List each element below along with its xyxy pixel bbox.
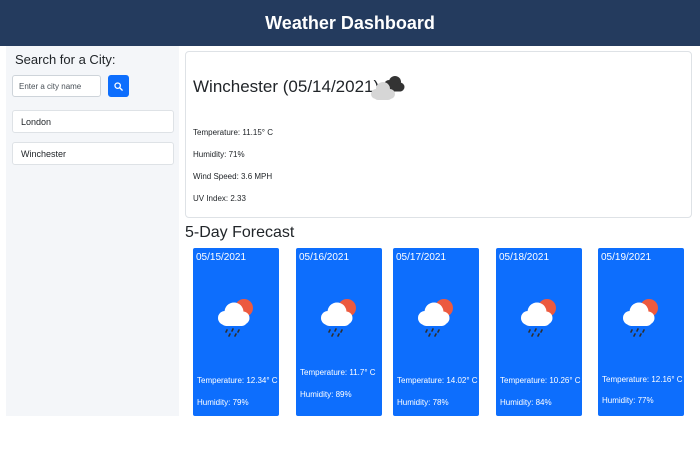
search-history-list: London Winchester (12, 110, 174, 174)
city-search-input[interactable] (12, 75, 101, 97)
history-item-winchester[interactable]: Winchester (12, 142, 174, 165)
current-weather-card: Winchester (05/14/2021) Temperature: 11.… (185, 51, 692, 218)
forecast-date: 05/15/2021 (196, 252, 247, 263)
current-wind-speed: Wind Speed: 3.6 MPH (193, 172, 273, 181)
rain-sun-icon (218, 299, 253, 337)
forecast-temperature: Temperature: 11.7° C (300, 368, 376, 377)
rain-sun-icon (623, 299, 658, 337)
forecast-temperature: Temperature: 14.02° C (397, 376, 478, 385)
forecast-card: 05/19/2021 Temperature: 12.16° C Humidit… (598, 248, 684, 416)
search-heading: Search for a City: (15, 52, 116, 67)
forecast-humidity: Humidity: 89% (300, 390, 352, 399)
current-uv-index: UV Index: 2.33 (193, 194, 246, 203)
forecast-temperature: Temperature: 12.34° C (197, 376, 278, 385)
forecast-card: 05/18/2021 Temperature: 10.26° C Humidit… (496, 248, 582, 416)
current-city-title: Winchester (05/14/2021) (193, 77, 380, 96)
forecast-humidity: Humidity: 79% (197, 398, 249, 407)
forecast-card: 05/17/2021 Temperature: 14.02° C Humidit… (393, 248, 479, 416)
current-humidity: Humidity: 71% (193, 150, 245, 159)
cloudy-icon (371, 76, 405, 100)
forecast-date: 05/16/2021 (299, 252, 350, 263)
rain-sun-icon (521, 299, 556, 337)
forecast-temperature: Temperature: 10.26° C (500, 376, 581, 385)
forecast-date: 05/18/2021 (499, 252, 550, 263)
current-temperature: Temperature: 11.15° C (193, 128, 273, 137)
forecast-date: 05/19/2021 (601, 252, 652, 263)
page-title: Weather Dashboard (265, 12, 435, 33)
forecast-humidity: Humidity: 77% (602, 396, 654, 405)
forecast-humidity: Humidity: 84% (500, 398, 552, 407)
forecast-humidity: Humidity: 78% (397, 398, 449, 407)
forecast-temperature: Temperature: 12.16° C (602, 375, 683, 384)
app-header: Weather Dashboard (0, 0, 700, 46)
forecast-card: 05/16/2021 Temperature: 11.7° C Humidity… (296, 248, 382, 416)
search-button[interactable] (108, 75, 129, 97)
forecast-heading: 5-Day Forecast (185, 224, 295, 241)
search-icon (114, 81, 123, 91)
forecast-card: 05/15/2021 Temperature: 12.34° C Humidit… (193, 248, 279, 416)
forecast-date: 05/17/2021 (396, 252, 447, 263)
rain-sun-icon (321, 299, 356, 337)
rain-sun-icon (418, 299, 453, 337)
sidebar: Search for a City: London Winchester (6, 46, 179, 416)
history-item-london[interactable]: London (12, 110, 174, 133)
